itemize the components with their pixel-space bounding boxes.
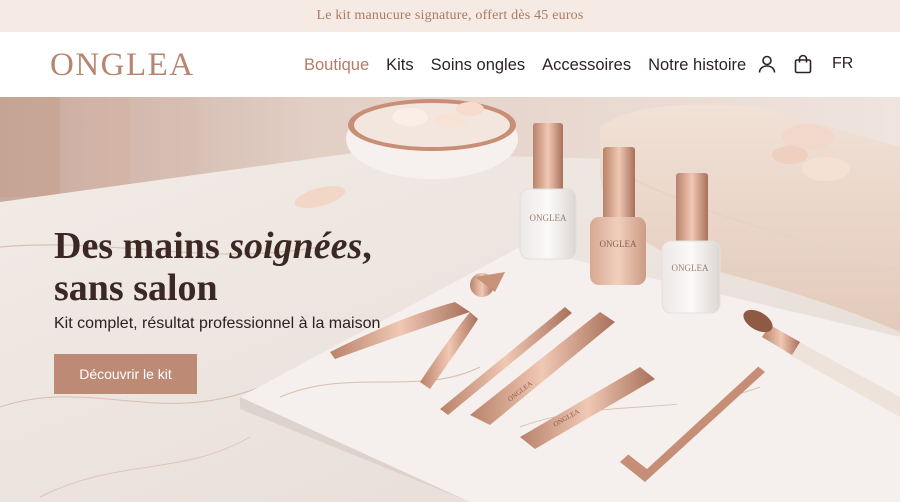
brand-logo[interactable]: ONGLEA	[50, 47, 195, 83]
nav-item-boutique[interactable]: Boutique	[304, 54, 369, 76]
nav-item-kits[interactable]: Kits	[386, 54, 414, 76]
hero-banner: ONGLEA ONGLEA ONGLEA ONGLEA ONGLEA Des m…	[0, 97, 900, 502]
language-selector[interactable]: FR	[832, 53, 853, 75]
nav-item-soins-ongles[interactable]: Soins ongles	[431, 54, 525, 76]
hero-title: Des mains soignées, sans salon	[54, 225, 372, 309]
hero-title-part2: ,	[362, 225, 372, 267]
hero-subtitle: Kit complet, résultat professionnel à la…	[54, 315, 381, 332]
bottle-label-clear: ONGLEA	[530, 213, 567, 223]
user-icon[interactable]	[756, 53, 778, 75]
bottle-label-nude: ONGLEA	[600, 239, 637, 249]
announcement-bar: Le kit manucure signature, offert dès 45…	[0, 0, 900, 32]
nav-item-notre-histoire[interactable]: Notre histoire	[648, 54, 746, 76]
hero-title-line2: sans salon	[54, 267, 218, 309]
shopping-bag-icon[interactable]	[792, 53, 814, 75]
bottle-label-white: ONGLEA	[672, 263, 709, 273]
announcement-text: Le kit manucure signature, offert dès 45…	[316, 8, 584, 23]
site-header: ONGLEA Boutique Kits Soins ongles Access…	[0, 32, 900, 97]
hero-title-part1: Des mains	[54, 225, 230, 267]
nav-item-accessoires[interactable]: Accessoires	[542, 54, 631, 76]
discover-kit-button[interactable]: Découvrir le kit	[54, 354, 197, 394]
main-nav: Boutique Kits Soins ongles Accessoires N…	[304, 54, 763, 76]
header-actions: FR	[756, 53, 853, 75]
hero-title-emphasis: soignées	[229, 225, 363, 267]
